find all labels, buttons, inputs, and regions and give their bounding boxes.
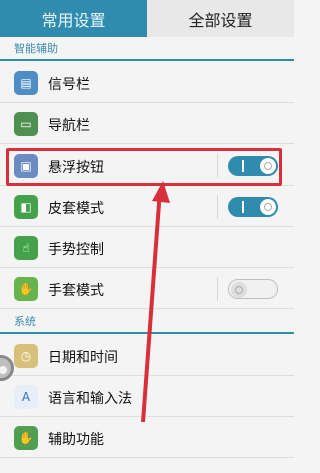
- setting-label: 辅助功能: [48, 432, 104, 448]
- cover-mode-icon: ◧: [14, 195, 38, 219]
- setting-row-accessibility[interactable]: ✋ 辅助功能: [0, 418, 294, 458]
- signal-bar-icon: ▤: [14, 71, 38, 95]
- settings-tabs: 常用设置 全部设置: [0, 0, 294, 37]
- setting-label: 信号栏: [48, 77, 90, 93]
- toggle-knob: [260, 199, 276, 215]
- glove-mode-icon: ✋: [14, 277, 38, 301]
- setting-row-navigation-bar[interactable]: ▭ 导航栏: [0, 104, 294, 144]
- toggle-knob: [231, 282, 247, 298]
- cover-mode-toggle[interactable]: [228, 197, 278, 217]
- setting-label: 日期和时间: [48, 350, 118, 366]
- row-divider: [217, 277, 218, 301]
- setting-row-language-input[interactable]: A 语言和输入法: [0, 377, 294, 417]
- section-header-system: 系统: [0, 310, 294, 334]
- setting-row-signal-bar[interactable]: ▤ 信号栏: [0, 63, 294, 103]
- clock-icon: ◷: [14, 344, 38, 368]
- tab-common-settings[interactable]: 常用设置: [0, 0, 147, 37]
- setting-row-gesture-control[interactable]: ☝ 手势控制: [0, 228, 294, 268]
- language-icon: A: [14, 385, 38, 409]
- setting-label: 语言和输入法: [48, 391, 132, 407]
- accessibility-icon: ✋: [14, 426, 38, 450]
- gesture-icon: ☝: [14, 236, 38, 260]
- setting-label: 手势控制: [48, 242, 104, 258]
- row-divider: [217, 195, 218, 219]
- setting-row-glove-mode[interactable]: ✋ 手套模式: [0, 269, 294, 309]
- setting-row-date-time[interactable]: ◷ 日期和时间: [0, 336, 294, 376]
- section-header-smart: 智能辅助: [0, 37, 294, 61]
- highlight-box: [6, 148, 282, 186]
- toggle-on-indicator: [242, 201, 244, 213]
- tab-all-settings[interactable]: 全部设置: [147, 0, 294, 37]
- setting-label: 导航栏: [48, 118, 90, 134]
- navigation-bar-icon: ▭: [14, 112, 38, 136]
- setting-label: 皮套模式: [48, 201, 104, 217]
- setting-label: 手套模式: [48, 283, 104, 299]
- setting-row-cover-mode[interactable]: ◧ 皮套模式: [0, 187, 294, 227]
- glove-mode-toggle[interactable]: [228, 279, 278, 299]
